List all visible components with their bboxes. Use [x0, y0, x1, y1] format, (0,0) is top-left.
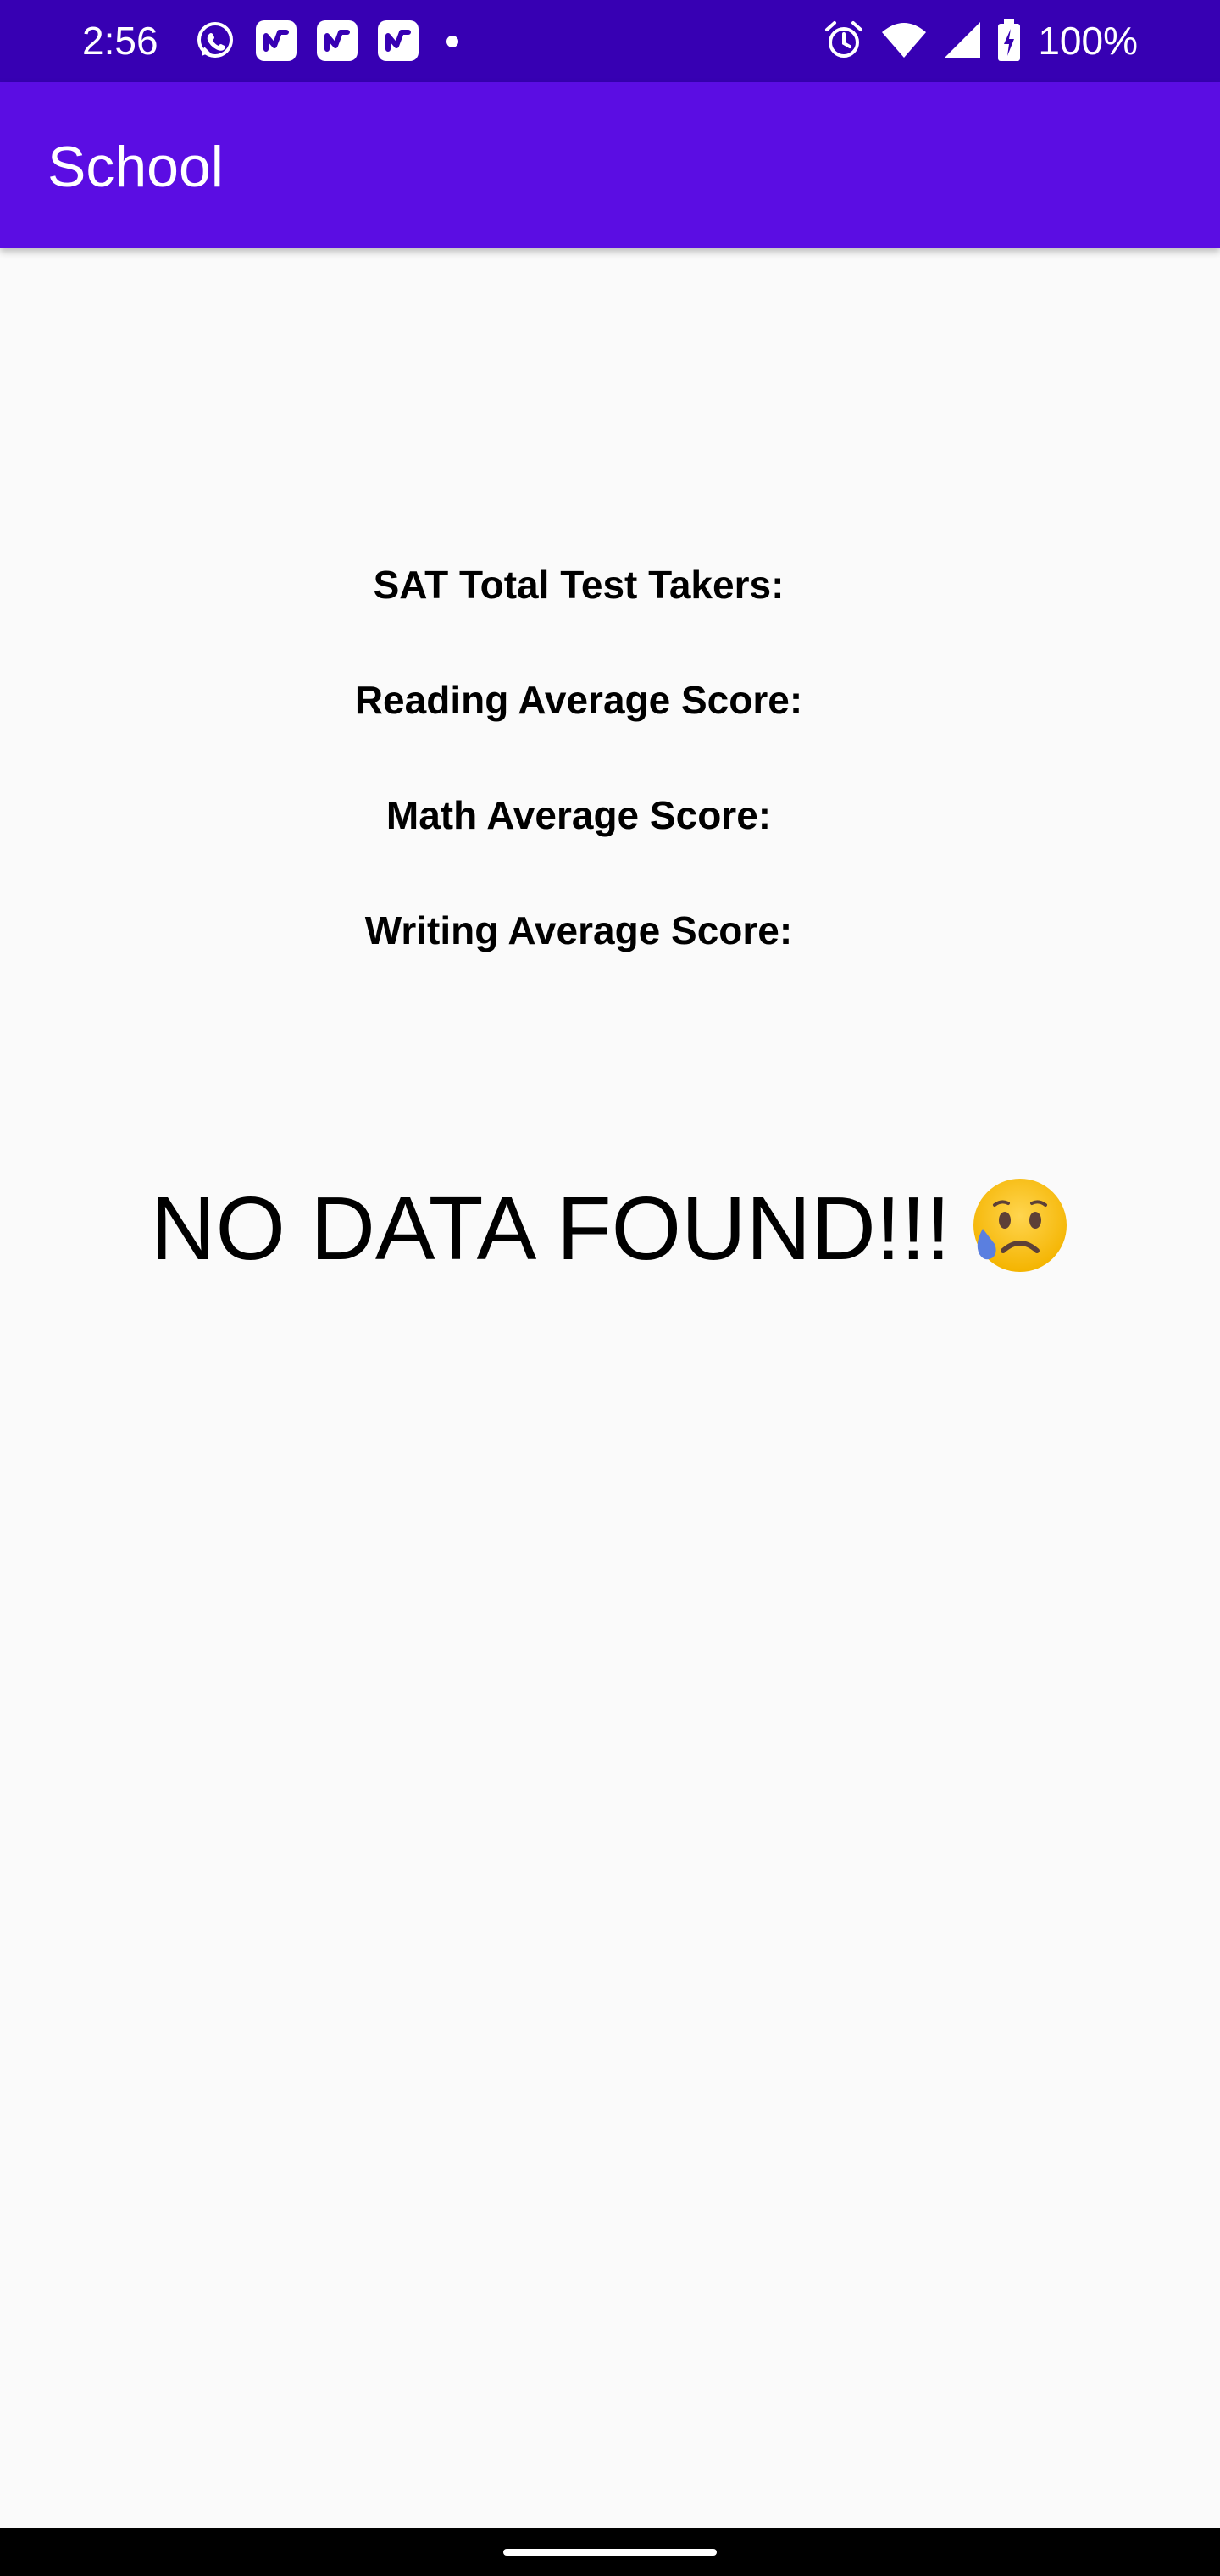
- math-average-score-label: Math Average Score:: [385, 793, 772, 837]
- battery-percent: 100%: [1038, 19, 1138, 63]
- app-notification-icon: [315, 19, 359, 63]
- status-bar: 2:56 100%: [0, 0, 1220, 82]
- cell-signal-icon: [943, 19, 982, 63]
- wifi-icon: [880, 19, 928, 63]
- status-time: 2:56: [82, 19, 158, 63]
- home-gesture-handle[interactable]: [503, 2549, 717, 2556]
- empty-state: NO DATA FOUND!!!: [0, 1174, 1220, 1284]
- app-bar: School: [0, 82, 1220, 248]
- system-icons: 100%: [823, 19, 1138, 63]
- whatsapp-icon: [193, 19, 237, 63]
- no-data-message: NO DATA FOUND!!!: [150, 1179, 951, 1279]
- app-notification-icon: [254, 19, 298, 63]
- battery-charging-icon: [997, 19, 1021, 63]
- more-dot-icon: [444, 19, 461, 63]
- writing-average-score-label: Writing Average Score:: [364, 908, 793, 952]
- reading-average-score-label: Reading Average Score:: [354, 678, 803, 722]
- alarm-icon: [823, 19, 865, 63]
- navigation-bar: [0, 2528, 1220, 2576]
- app-notification-icon: [376, 19, 420, 63]
- notification-icons: [193, 19, 461, 63]
- sad-sweat-face-icon: [971, 1176, 1069, 1274]
- app-title: School: [47, 135, 224, 199]
- sat-total-test-takers-label: SAT Total Test Takers:: [373, 563, 785, 607]
